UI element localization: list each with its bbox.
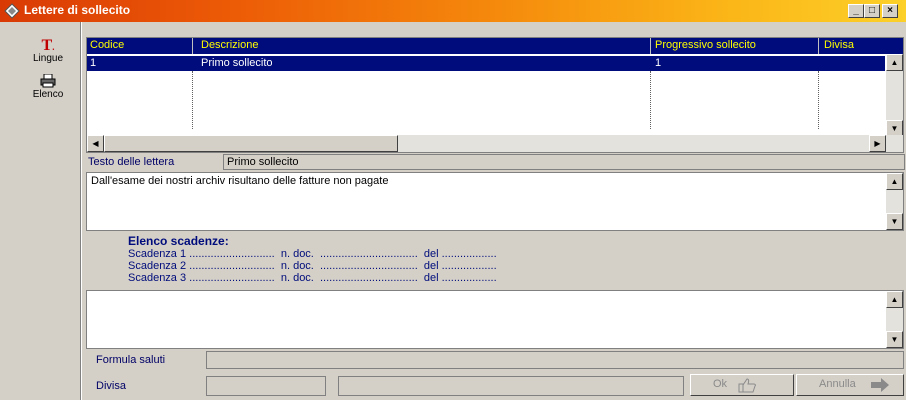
solleciti-grid[interactable]: Codice Descrizione Progressivo sollecito…	[86, 37, 904, 153]
grid-vertical-scrollbar[interactable]: ▲ ▼	[886, 54, 903, 137]
column-separator[interactable]	[818, 38, 819, 54]
formula-saluti-field[interactable]	[206, 351, 904, 369]
column-header-descrizione[interactable]: Descrizione	[201, 39, 258, 51]
horizontal-scroll-thumb[interactable]	[104, 135, 398, 152]
scadenza-line: Scadenza 1 ............................ …	[128, 248, 497, 260]
minimize-button[interactable]: _	[848, 4, 864, 18]
scroll-right-icon[interactable]: ▶	[869, 135, 886, 152]
scroll-down-icon[interactable]: ▼	[886, 213, 903, 230]
divisa-label: Divisa	[96, 380, 126, 392]
arrow-right-icon	[871, 378, 889, 392]
testo-lettera-label: Testo delle lettera	[88, 156, 175, 168]
title-bar[interactable]: Lettere di sollecito _ □ ×	[0, 0, 906, 22]
ok-label: Ok	[713, 378, 728, 390]
close-button[interactable]: ×	[882, 4, 898, 18]
scadenza-line: Scadenza 2 ............................ …	[128, 260, 497, 272]
thumbs-up-icon	[738, 378, 756, 393]
scroll-up-icon[interactable]: ▲	[886, 173, 903, 190]
scadenze-preview: Elenco scadenze: Scadenza 1 ............…	[86, 232, 904, 288]
column-header-divisa[interactable]: Divisa	[824, 39, 854, 51]
scroll-up-icon[interactable]: ▲	[886, 54, 903, 71]
printer-icon	[40, 73, 56, 88]
formula-saluti-label: Formula saluti	[96, 354, 166, 366]
left-toolbar: T. Lingue Elenco	[0, 22, 82, 400]
grid-horizontal-scrollbar[interactable]: ◀ ▶	[87, 135, 903, 152]
scroll-down-icon[interactable]: ▼	[886, 331, 903, 348]
letter-body-textarea[interactable]: Dall'esame dei nostri archiv risultano d…	[86, 172, 904, 231]
toolbar-divider-highlight	[81, 22, 82, 400]
testo-lettera-field[interactable]: Primo sollecito	[223, 154, 905, 170]
elenco-label: Elenco	[32, 89, 64, 100]
grid-header: Codice Descrizione Progressivo sollecito…	[87, 38, 903, 54]
annulla-button[interactable]: Annulla	[796, 374, 904, 396]
app-diamond-icon	[4, 3, 20, 19]
lingue-label: Lingue	[32, 53, 64, 64]
column-separator[interactable]	[192, 38, 193, 54]
maximize-button[interactable]: □	[864, 4, 880, 18]
column-header-codice[interactable]: Codice	[90, 39, 124, 51]
divisa-description-field[interactable]	[338, 376, 684, 396]
letter-body-text: Dall'esame dei nostri archiv risultano d…	[91, 175, 389, 187]
cell-descrizione: Primo sollecito	[201, 57, 273, 69]
scroll-up-icon[interactable]: ▲	[886, 291, 903, 308]
cell-progressivo: 1	[655, 57, 662, 69]
lettere-sollecito-window: Lettere di sollecito _ □ × T. Lingue Ele…	[0, 0, 906, 400]
window-title: Lettere di sollecito	[24, 3, 131, 17]
divisa-field[interactable]	[206, 376, 326, 396]
lingue-tool[interactable]: T. Lingue	[28, 38, 68, 65]
annulla-label: Annulla	[819, 378, 856, 390]
scroll-left-icon[interactable]: ◀	[87, 135, 104, 152]
elenco-tool[interactable]: Elenco	[28, 73, 68, 100]
cell-codice: 1	[90, 57, 97, 69]
table-row[interactable]: 1 Primo sollecito 1	[87, 56, 885, 71]
letter-body-scrollbar[interactable]: ▲ ▼	[886, 173, 903, 230]
ok-button[interactable]: Ok	[690, 374, 794, 396]
scadenze-title: Elenco scadenze:	[128, 234, 229, 248]
letter-footer-scrollbar[interactable]: ▲ ▼	[886, 291, 903, 348]
column-separator[interactable]	[650, 38, 651, 54]
letter-footer-textarea[interactable]: ▲ ▼	[86, 290, 904, 349]
scadenza-line: Scadenza 3 ............................ …	[128, 272, 497, 284]
column-header-progressivo[interactable]: Progressivo sollecito	[655, 39, 756, 51]
